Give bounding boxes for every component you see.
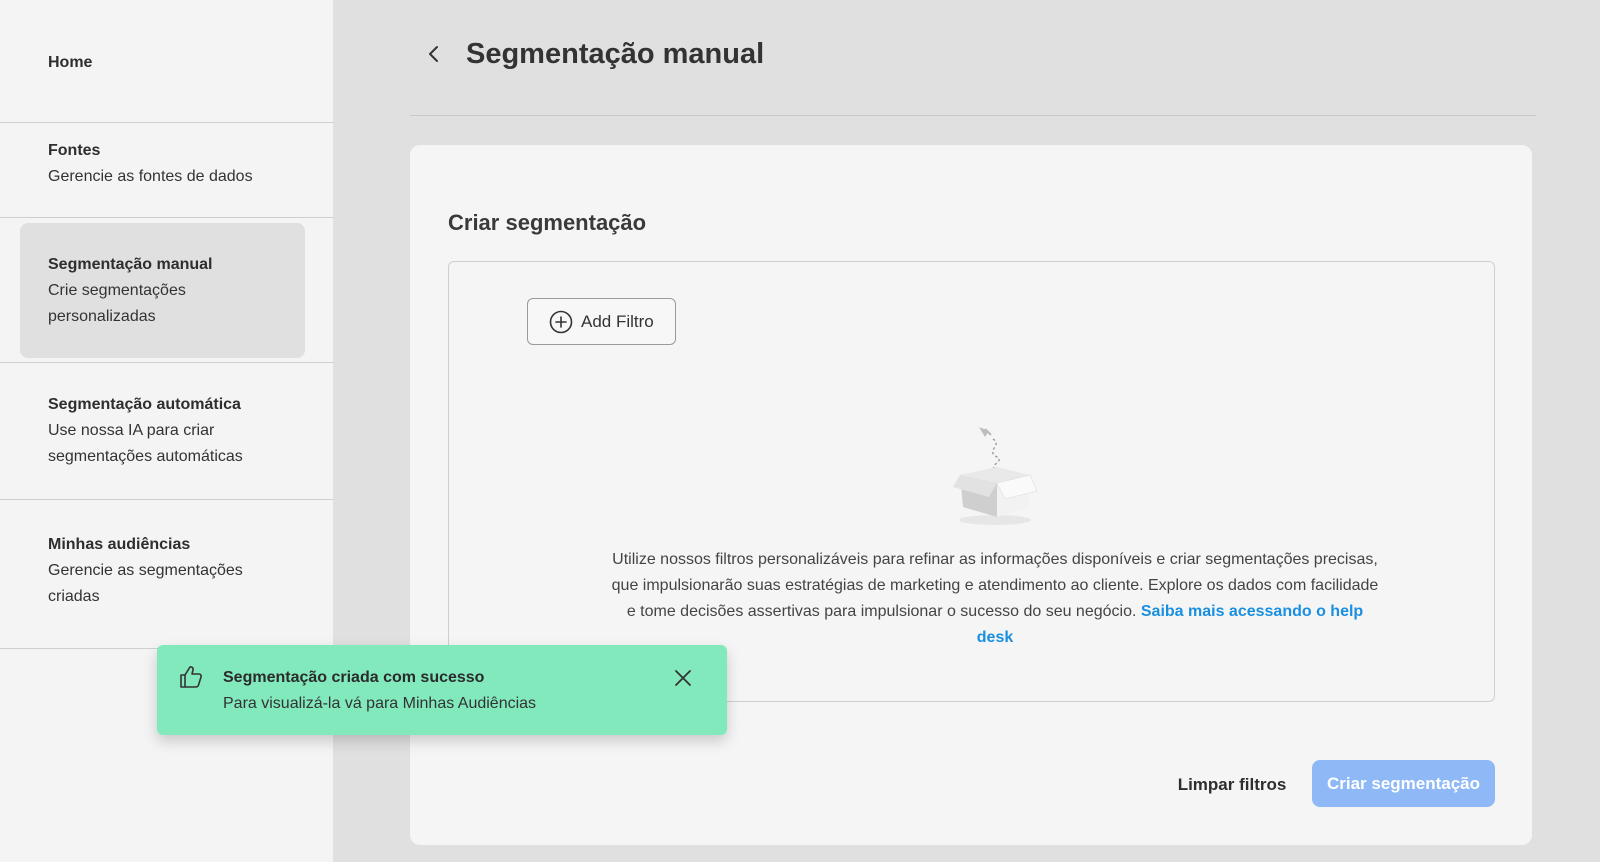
sidebar-item-desc: Crie segmentações personalizadas [48, 282, 186, 325]
back-button[interactable] [420, 40, 448, 68]
sidebar-divider [0, 122, 333, 123]
create-segmentation-button[interactable]: Criar segmentação [1312, 760, 1495, 807]
sidebar-item-desc: Gerencie as segmentações criadas [48, 562, 243, 605]
success-toast: Segmentação criada com sucesso Para visu… [157, 645, 727, 735]
sidebar-item-desc: Gerencie as fontes de dados [48, 168, 253, 185]
header-divider [410, 115, 1536, 116]
clear-filters-button[interactable]: Limpar filtros [1170, 770, 1294, 800]
toast-close-button[interactable] [670, 665, 696, 691]
add-filter-button[interactable]: Add Filtro [527, 298, 676, 345]
sidebar-divider [0, 217, 333, 218]
close-icon [675, 670, 691, 686]
sidebar-item-title: Home [48, 54, 93, 71]
sidebar-divider [0, 499, 333, 500]
sidebar-item-title: Segmentação manual [48, 256, 213, 273]
add-filter-label: Add Filtro [581, 311, 654, 331]
plus-circle-icon [549, 310, 573, 333]
empty-state-text: Utilize nossos filtros personalizáveis p… [610, 547, 1380, 651]
thumbs-up-icon [180, 666, 202, 688]
sidebar-divider [0, 362, 333, 363]
sidebar-item-title: Segmentação automática [48, 396, 241, 413]
chevron-left-icon [429, 46, 438, 62]
sidebar-item-title: Fontes [48, 142, 101, 159]
page-title: Segmentação manual [466, 38, 765, 70]
card-title: Criar segmentação [448, 210, 647, 235]
sidebar-item-home[interactable]: Home [0, 50, 333, 76]
sidebar-item-segmentacao-manual[interactable]: Segmentação manual Crie segmentações per… [0, 252, 300, 330]
toast-message: Para visualizá-la vá para Minhas Audiênc… [223, 695, 537, 712]
sidebar-item-fontes[interactable]: Fontes Gerencie as fontes de dados [0, 138, 333, 190]
sidebar-item-minhas-audiencias[interactable]: Minhas audiências Gerencie as segmentaçõ… [0, 532, 333, 610]
toast-title: Segmentação criada com sucesso [223, 669, 485, 686]
sidebar-item-desc: Use nossa IA para criar segmentações aut… [48, 422, 243, 465]
empty-box-icon [953, 427, 1038, 525]
sidebar-item-segmentacao-automatica[interactable]: Segmentação automática Use nossa IA para… [0, 392, 333, 470]
sidebar-item-title: Minhas audiências [48, 536, 191, 553]
